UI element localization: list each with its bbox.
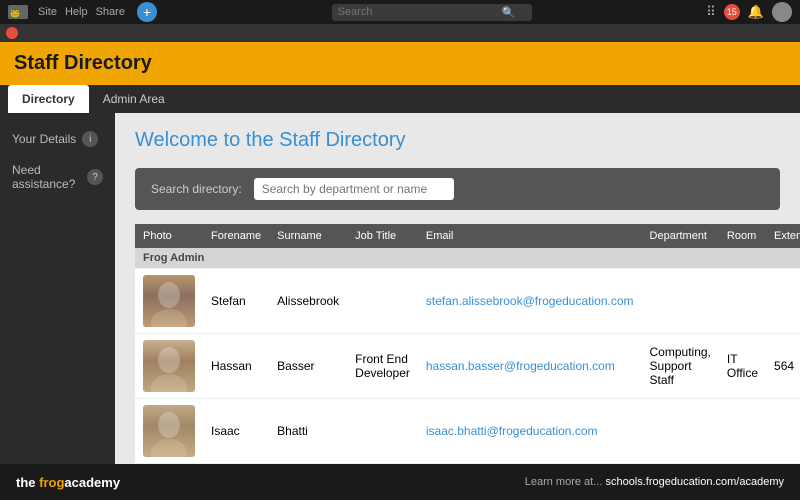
- cell-department: Computing, Support Staff: [642, 334, 719, 399]
- col-email: Email: [418, 224, 642, 248]
- col-department: Department: [642, 224, 719, 248]
- close-button[interactable]: [6, 27, 18, 39]
- sidebar-item-your-details[interactable]: Your Details i: [0, 123, 115, 155]
- notification-badge: 15: [724, 4, 740, 20]
- tab-admin-area[interactable]: Admin Area: [89, 85, 179, 113]
- cell-jobTitle: [347, 399, 418, 464]
- cell-photo: [135, 399, 203, 464]
- share-nav-item[interactable]: Share: [96, 6, 125, 18]
- table-row[interactable]: StefanAlissebrook stefan.alissebrook@frog…: [135, 269, 800, 334]
- table-row[interactable]: IsaacBhatti isaac.bhatti@frogeducation.co…: [135, 399, 800, 464]
- footer: the frogacademy Learn more at... schools…: [0, 464, 800, 500]
- sidebar-item-need-assistance[interactable]: Need assistance? ?: [0, 155, 115, 199]
- cell-department: [642, 269, 719, 334]
- cell-email: hassan.basser@frogeducation.com: [418, 334, 642, 399]
- col-extension: Extension: [766, 224, 800, 248]
- footer-brand-text: the: [16, 475, 39, 490]
- site-nav-item[interactable]: Site: [38, 6, 57, 18]
- col-job-title: Job Title: [347, 224, 418, 248]
- cell-photo: [135, 334, 203, 399]
- system-bar-left: 🐸 Site Help Share: [8, 5, 125, 19]
- user-avatar[interactable]: [772, 2, 792, 22]
- cell-extension: [766, 269, 800, 334]
- system-search-input[interactable]: [338, 6, 498, 18]
- staff-photo: [143, 405, 195, 457]
- footer-frog: frog: [39, 475, 64, 490]
- cell-email: isaac.bhatti@frogeducation.com: [418, 399, 642, 464]
- cell-jobTitle: [347, 269, 418, 334]
- staff-directory-table: Photo Forename Surname Job Title Email D…: [135, 224, 800, 464]
- cell-department: [642, 399, 719, 464]
- footer-url[interactable]: schools.frogeducation.com/academy: [605, 476, 784, 488]
- email-link[interactable]: stefan.alissebrook@frogeducation.com: [426, 294, 634, 308]
- footer-link: Learn more at... schools.frogeducation.c…: [525, 476, 784, 488]
- cell-room: IT Office: [719, 334, 766, 399]
- footer-brand: the frogacademy: [16, 475, 120, 490]
- main-area: Your Details i Need assistance? ? Welcom…: [0, 113, 800, 464]
- staff-photo: [143, 275, 195, 327]
- email-link[interactable]: isaac.bhatti@frogeducation.com: [426, 424, 598, 438]
- cell-surname: Bhatti: [269, 399, 347, 464]
- sidebar: Your Details i Need assistance? ?: [0, 113, 115, 464]
- grid-icon[interactable]: ⠿: [706, 4, 716, 20]
- app-header: Staff Directory: [0, 42, 800, 85]
- cell-room: [719, 269, 766, 334]
- app-title: Staff Directory: [14, 52, 152, 75]
- cell-forename: Stefan: [203, 269, 269, 334]
- sidebar-label-your-details: Your Details: [12, 132, 76, 146]
- cell-surname: Alissebrook: [269, 269, 347, 334]
- bell-icon[interactable]: 🔔: [748, 4, 764, 20]
- search-label: Search directory:: [151, 182, 242, 196]
- sidebar-label-need-assistance: Need assistance?: [12, 163, 81, 191]
- directory-search-input[interactable]: [254, 178, 454, 200]
- cell-jobTitle: Front End Developer: [347, 334, 418, 399]
- system-nav: Site Help Share: [38, 6, 125, 18]
- table-row[interactable]: HassanBasserFront End Developer hassan.ba…: [135, 334, 800, 399]
- svg-text:🐸: 🐸: [10, 9, 20, 18]
- system-search: 🔍: [169, 4, 694, 21]
- tab-directory[interactable]: Directory: [8, 85, 89, 113]
- welcome-highlight: Staff Directory: [279, 129, 405, 151]
- content-area: Welcome to the Staff Directory Search di…: [115, 113, 800, 464]
- cell-room: [719, 399, 766, 464]
- cell-extension: [766, 399, 800, 464]
- col-room: Room: [719, 224, 766, 248]
- col-photo: Photo: [135, 224, 203, 248]
- search-icon: 🔍: [502, 6, 516, 19]
- group-header: Frog Admin: [135, 248, 800, 269]
- system-bar-right: ⠿ 15 🔔: [706, 2, 792, 22]
- cell-email: stefan.alissebrook@frogeducation.com: [418, 269, 642, 334]
- email-link[interactable]: hassan.basser@frogeducation.com: [426, 359, 615, 373]
- col-forename: Forename: [203, 224, 269, 248]
- help-nav-item[interactable]: Help: [65, 6, 88, 18]
- search-section: Search directory:: [135, 168, 780, 210]
- app-window: Staff Directory Directory Admin Area You…: [0, 24, 800, 500]
- info-icon: i: [82, 131, 98, 147]
- add-button[interactable]: +: [137, 2, 157, 22]
- help-icon: ?: [87, 169, 103, 185]
- cell-forename: Isaac: [203, 399, 269, 464]
- cell-photo: [135, 269, 203, 334]
- group-name: Frog Admin: [135, 248, 800, 269]
- frog-logo: 🐸: [8, 5, 28, 19]
- cell-surname: Basser: [269, 334, 347, 399]
- footer-academy: academy: [64, 475, 120, 490]
- window-close-bar: [0, 24, 800, 42]
- tab-bar: Directory Admin Area: [0, 85, 800, 113]
- search-bar: 🔍: [332, 4, 532, 21]
- cell-forename: Hassan: [203, 334, 269, 399]
- staff-photo: [143, 340, 195, 392]
- welcome-title: Welcome to the Staff Directory: [135, 129, 780, 152]
- col-surname: Surname: [269, 224, 347, 248]
- cell-extension: 564: [766, 334, 800, 399]
- system-bar: 🐸 Site Help Share + 🔍 ⠿ 15 🔔: [0, 0, 800, 24]
